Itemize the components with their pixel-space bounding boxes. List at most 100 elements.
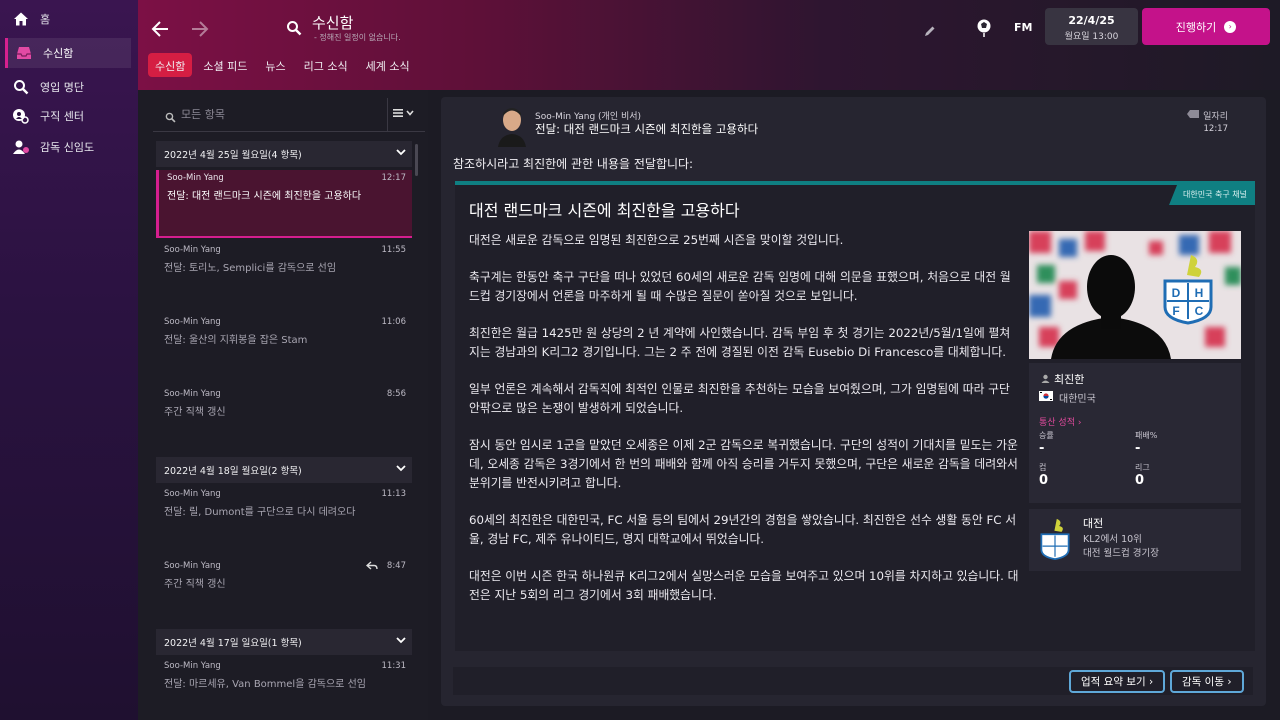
article-paragraph: 대전은 이번 시즌 한국 하나원큐 K리그2에서 실망스러운 모습을 보여주고 … [469,569,1019,602]
club-crest-icon [1039,517,1071,565]
inbox-tabs: 수신함 소셜 피드 뉴스 리그 소식 세계 소식 [148,53,421,77]
nav-item-manager-confidence[interactable]: 감독 신임도 [5,132,131,162]
nationality-row: 대한민국 [1039,390,1231,405]
job-centre-icon [8,108,34,124]
crest-letter: H [1195,286,1204,300]
nav-item-label: 영입 명단 [40,81,84,94]
article-source-tag: 대한민국 축구 채널 [1169,185,1255,205]
date-group-header[interactable]: 2022년 4월 25일 월요일(4 항목) [156,141,412,167]
chevron-down-icon [396,148,406,159]
article-paragraph: 대전은 새로운 감독으로 임명된 최진한으로 25번째 시즌을 맞이할 것입니다… [469,233,844,247]
home-icon [8,11,34,27]
continue-label: 진행하기 [1175,20,1217,34]
tab-social-feed[interactable]: 소셜 피드 [196,53,254,77]
message-sender: Soo-Min Yang [164,245,221,255]
message-subject: 전달: 대전 랜드마크 시즌에 최진한을 고용하다 [167,191,362,202]
message-item[interactable]: Soo-Min Yang 11:55 전달: 토리노, Semplici를 감독… [156,242,412,310]
manager-photo: D H F C [1029,231,1241,359]
message-sender: Soo-Min Yang [164,661,221,671]
day-time-text: 월요일 13:00 [1064,32,1119,42]
career-stats-link[interactable]: 통산 성적 › [1039,415,1231,428]
message-intro: 참조하시라고 최진한에 관한 내용을 전달합니다: [453,157,694,171]
nav-item-shortlist[interactable]: 영입 명단 [5,72,131,102]
scrollbar[interactable] [415,144,418,176]
message-time: 12:17 [381,173,407,183]
job-tag[interactable]: 일자리 [1187,109,1228,122]
search-input[interactable]: 모든 항목 [181,106,225,122]
message-item[interactable]: Soo-Min Yang 8:56 주간 직책 갱신 [156,386,412,454]
schedule-subtitle: - 정해진 일정이 없습니다. [314,33,401,42]
continue-button[interactable]: 진행하기 › [1142,8,1270,45]
article-paragraph: 60세의 최진한은 대한민국, FC 서울 등의 팀에서 29년간의 경험을 쌓… [469,513,1017,546]
club-stadium: 대전 월드컵 경기장 [1083,548,1159,559]
nationality: 대한민국 [1059,394,1096,405]
message-time: 11:31 [381,661,407,671]
main-navigation: 홈 수신함 영입 명단 구직 센터 감독 신임도 [0,0,138,720]
message-subject: 주간 직책 갱신 [164,407,226,418]
message-time: 11:06 [381,317,407,327]
article-body: 대전은 새로운 감독으로 임명된 최진한으로 25번째 시즌을 맞이할 것입니다… [469,231,1019,623]
group-label: 2022년 4월 18일 월요일(2 항목) [164,466,302,477]
manager-info-card: 최진한 대한민국 통산 성적 › 승률 - 패배% - 컵 0 리그 0 [1029,363,1241,503]
message-subject: 주간 직책 갱신 [164,579,226,590]
date-group-header[interactable]: 2022년 4월 17일 일요일(1 항목) [156,629,412,655]
sender-avatar[interactable] [496,105,528,147]
article-paragraph: 일부 언론은 계속해서 감독직에 최적인 인물로 최진한을 추천하는 모습을 보… [469,382,1010,415]
chevron-right-icon: › [1224,20,1237,33]
message-subject: 전달: 마르세유, Van Bommel을 감독으로 선임 [164,679,366,690]
fm-logo[interactable]: FM [1014,21,1032,34]
pencil-icon[interactable] [924,22,936,41]
nav-item-home[interactable]: 홈 [5,4,131,34]
message-search[interactable]: 모든 항목 [153,98,425,132]
club-league-position: KL2에서 10위 [1083,534,1142,545]
stat-value: 0 [1135,473,1145,488]
article-paragraph: 잠시 동안 임시로 1군을 맡았던 오세종은 이제 2군 감독으로 복귀했습니다… [469,438,1018,490]
search-icon[interactable] [286,20,302,40]
message-time: 11:55 [381,245,407,255]
message-subject-title: 전달: 대전 랜드마크 시즌에 최진한을 고용하다 [535,122,759,136]
message-item[interactable]: Soo-Min Yang 11:31 전달: 마르세유, Van Bommel을… [156,658,412,720]
date-group-header[interactable]: 2022년 4월 18일 월요일(2 항목) [156,457,412,483]
inbox-icon [11,46,37,60]
nav-item-inbox[interactable]: 수신함 [5,38,131,68]
message-sender: Soo-Min Yang [167,173,224,183]
message-time: 8:47 [386,561,406,571]
search-icon [165,108,176,127]
crest-letter: F [1172,304,1179,318]
go-to-manager-button[interactable]: 감독 이동 › [1170,670,1244,693]
tab-inbox[interactable]: 수신함 [148,53,193,77]
message-time: 11:13 [381,489,407,499]
tab-world-news[interactable]: 세계 소식 [359,53,417,77]
message-item[interactable]: Soo-Min Yang 11:13 전달: 릴, Dumont를 구단으로 다… [156,486,412,554]
news-article: 대한민국 축구 채널 대전 랜드마크 시즌에 최진한을 고용하다 대전은 새로운… [455,181,1255,651]
football-icon[interactable] [976,18,992,42]
forward-arrow-icon[interactable] [188,18,210,40]
nav-item-job-centre[interactable]: 구직 센터 [5,101,131,131]
club-crest-icon: D H F C [1161,253,1215,329]
back-arrow-icon[interactable] [150,18,172,40]
view-achievements-button[interactable]: 업적 요약 보기 › [1069,670,1166,693]
message-item[interactable]: Soo-Min Yang 12:17 전달: 대전 랜드마크 시즌에 최진한을 … [156,170,412,238]
message-sender: Soo-Min Yang [164,389,221,399]
filter-menu-icon[interactable] [393,108,415,121]
message-subject: 전달: 울산의 지휘봉을 잡은 Stam [164,335,308,346]
date-text: 22/4/25 [1068,14,1115,27]
manager-name-row[interactable]: 최진한 [1041,371,1231,387]
stat-label: 컵 [1039,463,1047,472]
tag-icon [1187,110,1200,121]
article-paragraph: 축구계는 한동안 축구 구단을 떠나 있었던 60세의 새로운 감독 임명에 대… [469,270,1011,303]
tab-league-news[interactable]: 리그 소식 [297,53,355,77]
tab-news[interactable]: 뉴스 [258,53,292,77]
stat-label: 승률 [1039,431,1054,440]
search-icon [8,79,34,95]
message-item[interactable]: Soo-Min Yang 11:06 전달: 울산의 지휘봉을 잡은 Stam [156,314,412,382]
divider [387,98,388,132]
job-tag-label: 일자리 [1203,112,1228,122]
message-item[interactable]: Soo-Min Yang 8:47 주간 직책 갱신 [156,558,412,626]
game-date[interactable]: 22/4/25 월요일 13:00 [1045,8,1138,45]
nav-item-label: 감독 신임도 [40,141,95,154]
crest-letter: D [1172,286,1181,300]
chevron-down-icon [396,464,406,475]
stat-value: - [1039,441,1045,456]
club-info-card[interactable]: 대전 KL2에서 10위 대전 월드컵 경기장 [1029,509,1241,571]
